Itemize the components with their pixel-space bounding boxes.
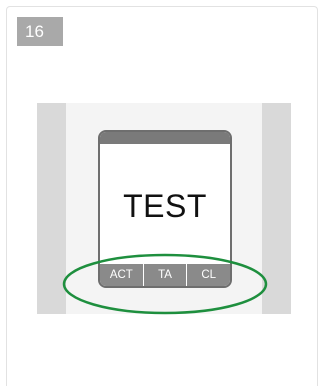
highlight-ellipse bbox=[62, 253, 268, 315]
highlight-ellipse-layer bbox=[62, 253, 268, 315]
